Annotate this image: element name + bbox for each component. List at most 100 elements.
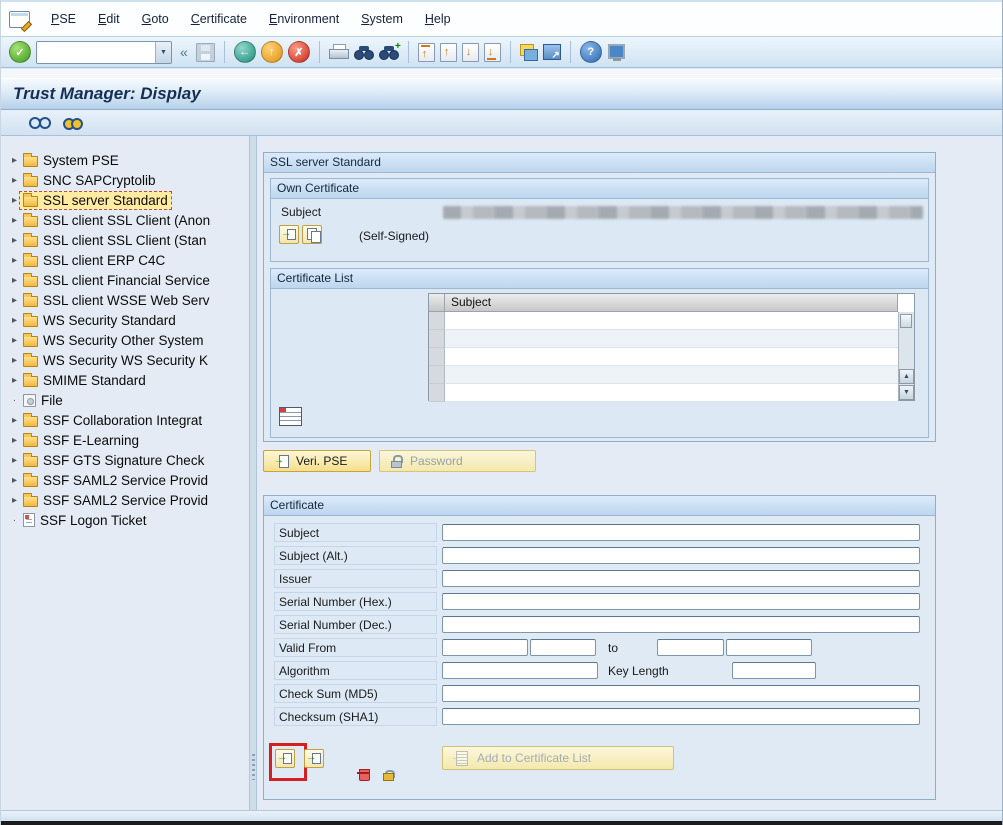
tree-item-body[interactable]: File	[20, 392, 66, 409]
menu-system[interactable]: System	[350, 3, 414, 36]
command-input[interactable]	[37, 42, 155, 63]
tree-item-body[interactable]: SMIME Standard	[20, 372, 149, 389]
find-certificates-icon[interactable]	[63, 115, 83, 130]
previous-page-icon[interactable]: ↑	[440, 43, 457, 62]
copy-certificate-icon[interactable]	[302, 225, 322, 244]
valid-from-time-field[interactable]	[530, 639, 596, 656]
expand-arrow-icon[interactable]: ▸	[9, 295, 20, 306]
customize-layout-icon[interactable]	[607, 44, 626, 61]
export-certificate-icon[interactable]: →	[304, 749, 324, 768]
serial-hex-field[interactable]	[442, 593, 920, 610]
splitter[interactable]	[249, 136, 257, 810]
last-page-icon[interactable]: ↓	[484, 43, 501, 62]
expand-arrow-icon[interactable]: ▸	[9, 215, 20, 226]
tree-item-body[interactable]: SSL client ERP C4C	[20, 252, 168, 269]
tree-item-body[interactable]: SSL client WSSE Web Serv	[20, 292, 213, 309]
valid-to-time-field[interactable]	[726, 639, 812, 656]
tree-item[interactable]: ▸System PSE	[9, 150, 247, 170]
tree-item-body[interactable]: SSL client Financial Service	[20, 272, 213, 289]
export-own-certificate-icon[interactable]: →	[279, 225, 299, 244]
tree-item[interactable]: ▸SSF SAML2 Service Provid	[9, 490, 247, 510]
save-icon[interactable]	[196, 43, 215, 62]
scrollbar-thumb[interactable]	[900, 314, 912, 328]
tree-item-body[interactable]: SSF SAML2 Service Provid	[20, 472, 211, 489]
print-icon[interactable]	[329, 44, 349, 61]
expand-arrow-icon[interactable]: ▸	[9, 175, 20, 186]
tree-item[interactable]: ▸SNC SAPCryptolib	[9, 170, 247, 190]
expand-arrow-icon[interactable]: ▸	[9, 455, 20, 466]
expand-arrow-icon[interactable]: ▸	[9, 315, 20, 326]
tree-item[interactable]: ▸SSF GTS Signature Check	[9, 450, 247, 470]
tree-item[interactable]: ▸SSF SAML2 Service Provid	[9, 470, 247, 490]
menu-help[interactable]: Help	[414, 3, 462, 36]
collapse-toolbar-icon[interactable]: «	[180, 44, 188, 60]
expand-arrow-icon[interactable]: ▸	[9, 155, 20, 166]
subject-column-header[interactable]: Subject	[445, 294, 898, 312]
new-session-icon[interactable]	[520, 44, 538, 61]
exit-icon[interactable]: ↑	[261, 41, 283, 63]
import-certificate-icon[interactable]: →	[275, 749, 295, 768]
row-selector[interactable]	[429, 330, 445, 348]
expand-arrow-icon[interactable]: ▸	[9, 195, 20, 206]
find-next-icon[interactable]: +	[379, 44, 399, 61]
tree-item[interactable]: ▸SSL client ERP C4C	[9, 250, 247, 270]
delete-certificate-icon[interactable]	[353, 768, 355, 784]
checksum-sha1-field[interactable]	[442, 708, 920, 725]
tree-item[interactable]: ▸SSL client WSSE Web Serv	[9, 290, 247, 310]
certificate-list-row[interactable]	[429, 330, 914, 348]
display-change-icon[interactable]	[29, 116, 51, 129]
algorithm-field[interactable]	[442, 662, 598, 679]
select-all-corner[interactable]	[429, 294, 445, 312]
tree-item[interactable]: ▸SMIME Standard	[9, 370, 247, 390]
tree-item[interactable]: ▸SSL server Standard	[9, 190, 247, 210]
expand-arrow-icon[interactable]: ▸	[9, 415, 20, 426]
menu-pse[interactable]: PSE	[40, 3, 87, 36]
expand-arrow-icon[interactable]: ▸	[9, 355, 20, 366]
back-icon[interactable]: ←	[234, 41, 256, 63]
scroll-up-icon[interactable]: ▲	[899, 369, 914, 384]
scroll-down-icon[interactable]: ▼	[899, 385, 914, 400]
enter-button[interactable]: ✓	[9, 41, 31, 63]
subject-field[interactable]	[442, 524, 920, 541]
checksum-md5-field[interactable]	[442, 685, 920, 702]
tree-item-body[interactable]: WS Security WS Security K	[20, 352, 211, 369]
tree-item-body[interactable]: SSF Logon Ticket	[20, 512, 150, 529]
certificate-subject-cell[interactable]	[445, 348, 898, 366]
valid-from-date-field[interactable]	[442, 639, 528, 656]
veri-pse-button[interactable]: → Veri. PSE	[263, 450, 371, 472]
tree-item[interactable]: ▸SSL client SSL Client (Stan	[9, 230, 247, 250]
tree-item-body[interactable]: SNC SAPCryptolib	[20, 172, 159, 189]
table-scrollbar[interactable]: ▲ ▼	[898, 312, 914, 400]
subject-alt-field[interactable]	[442, 547, 920, 564]
splitter-handle[interactable]	[252, 754, 255, 780]
issuer-field[interactable]	[442, 570, 920, 587]
expand-arrow-icon[interactable]: ▸	[9, 275, 20, 286]
tree-item-body[interactable]: SSF GTS Signature Check	[20, 452, 207, 469]
row-selector[interactable]	[429, 312, 445, 330]
next-page-icon[interactable]: ↓	[462, 43, 479, 62]
tree-item-body[interactable]: WS Security Other System	[20, 332, 207, 349]
tree-item-body[interactable]: WS Security Standard	[20, 312, 179, 329]
expand-arrow-icon[interactable]: ▸	[9, 255, 20, 266]
certificate-list-row[interactable]	[429, 384, 914, 402]
tree-item[interactable]: ▸SSL client Financial Service	[9, 270, 247, 290]
add-to-certificate-list-button[interactable]: → Add to Certificate List	[442, 746, 674, 770]
valid-to-date-field[interactable]	[657, 639, 724, 656]
tree-item[interactable]: ▸WS Security Standard	[9, 310, 247, 330]
expand-arrow-icon[interactable]: ▸	[9, 435, 20, 446]
tree-item-body[interactable]: SSF E-Learning	[20, 432, 142, 449]
expand-arrow-icon[interactable]: ▸	[9, 495, 20, 506]
password-button[interactable]: Password	[379, 450, 536, 472]
serial-dec-field[interactable]	[442, 616, 920, 633]
command-dropdown-icon[interactable]: ▼	[155, 42, 171, 63]
expand-arrow-icon[interactable]: ▸	[9, 375, 20, 386]
certificate-subject-cell[interactable]	[445, 384, 898, 402]
tree-item-body[interactable]: SSF Collaboration Integrat	[20, 412, 205, 429]
certificate-list-row[interactable]	[429, 348, 914, 366]
row-selector[interactable]	[429, 366, 445, 384]
expand-arrow-icon[interactable]: ▸	[9, 235, 20, 246]
cancel-icon[interactable]: ✗	[288, 41, 310, 63]
command-field[interactable]: ▼	[36, 41, 172, 64]
help-icon[interactable]: ?	[580, 41, 602, 63]
tree-item[interactable]: ·File	[9, 390, 247, 410]
